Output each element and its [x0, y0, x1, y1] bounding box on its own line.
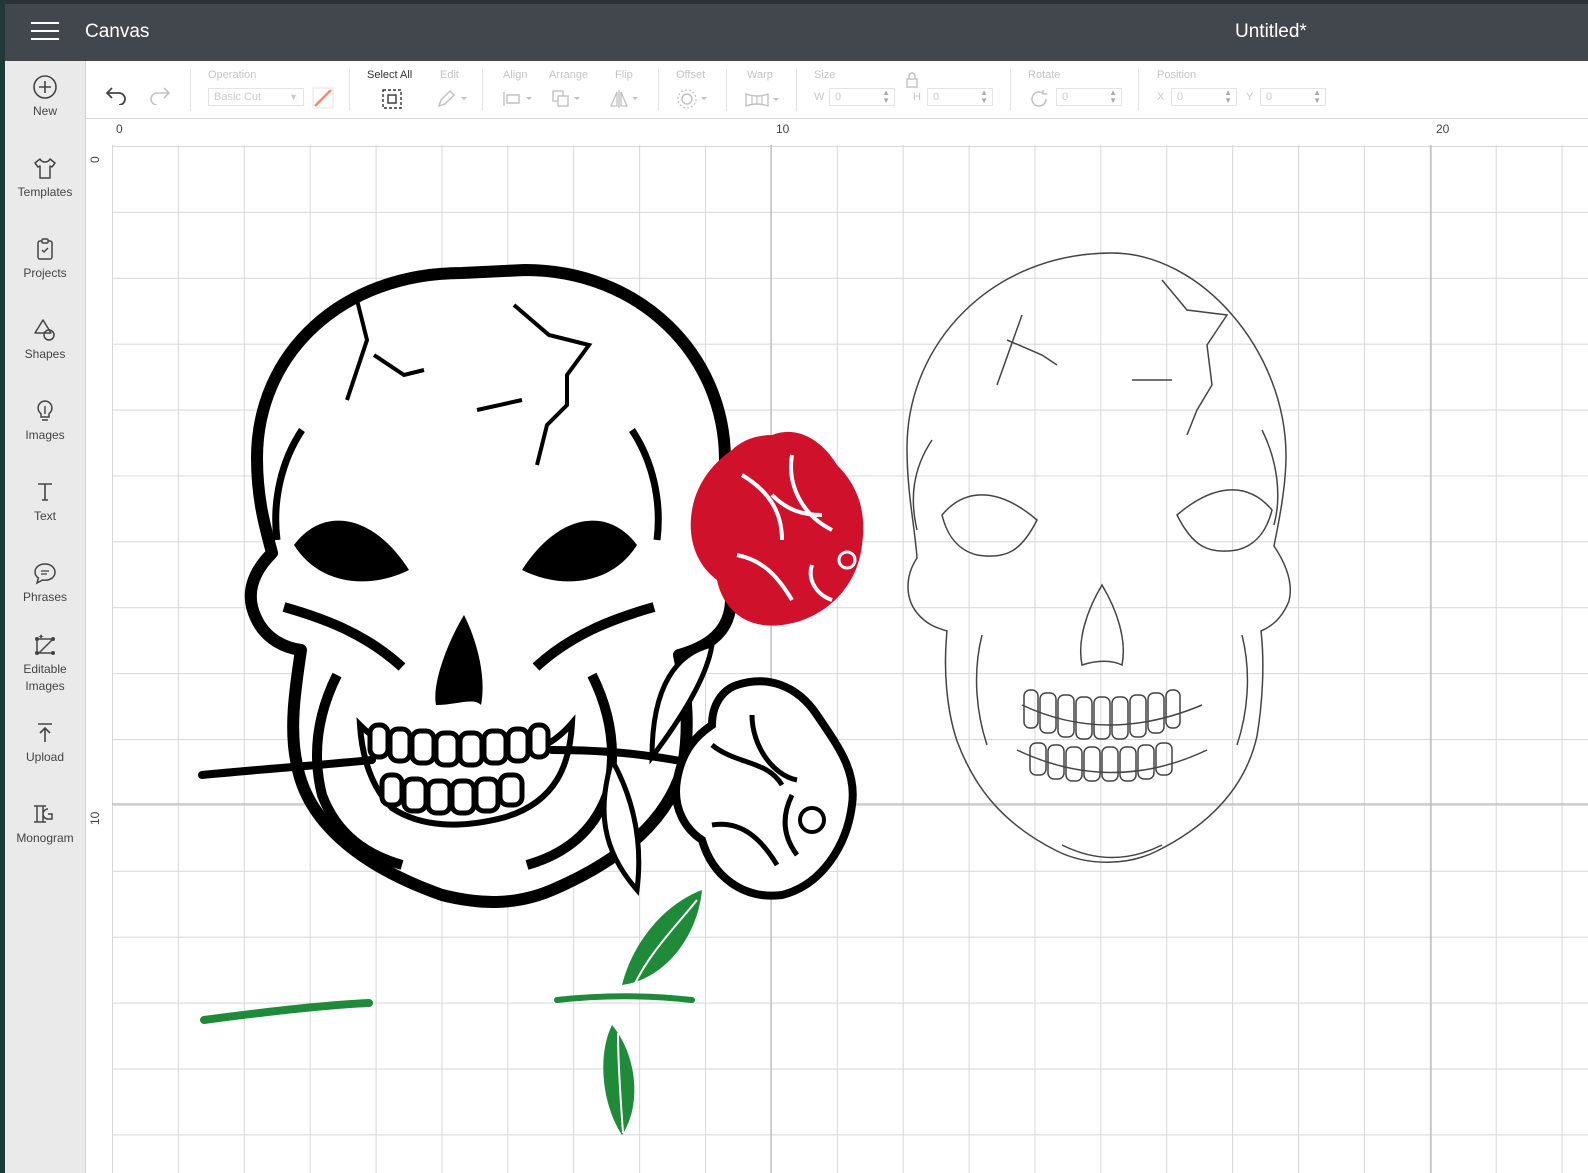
editable-image-icon: [35, 634, 55, 655]
sidebar-item-label: Monogram: [16, 831, 74, 845]
lightbulb-icon: [37, 400, 53, 421]
sidebar-item-images[interactable]: Images: [5, 397, 85, 444]
sidebar-item-label: Upload: [25, 750, 65, 764]
green-stems-and-leaves[interactable]: [200, 890, 702, 1135]
sidebar-item-label: Text: [33, 509, 56, 523]
align-icon[interactable]: [502, 90, 536, 108]
text-icon: [38, 483, 52, 501]
sidebar-item-label: Shapes: [24, 347, 66, 361]
stepper-icon: ▲ ▼: [1224, 88, 1232, 105]
rotate-field[interactable]: 0 ▲ ▼: [1056, 88, 1122, 106]
warp-icon[interactable]: [744, 90, 784, 110]
sidebar-item-projects[interactable]: Projects: [5, 235, 85, 282]
y-position-field[interactable]: 0 ▲ ▼: [1260, 88, 1326, 106]
arrange-label: Arrange: [549, 69, 589, 81]
sidebar-item-label: Images: [25, 428, 65, 442]
vertical-ruler: 0 10: [86, 145, 113, 1173]
sidebar-item-label: Templates: [17, 185, 73, 199]
size-label: Size: [814, 69, 836, 81]
sidebar-item-phrases[interactable]: Phrases: [5, 559, 85, 606]
rotate-icon: [1031, 90, 1047, 107]
horizontal-ruler: 0 10 20: [86, 119, 1588, 146]
speech-bubble-icon: [34, 563, 56, 585]
sidebar-item-shapes[interactable]: Shapes: [5, 316, 85, 363]
height-field[interactable]: 0 ▲ ▼: [927, 88, 993, 106]
ruler-tick-label: 0: [116, 122, 123, 136]
lock-icon[interactable]: [904, 71, 920, 89]
design-canvas[interactable]: [112, 145, 1588, 1173]
ruler-tick-label: 20: [1436, 122, 1450, 136]
height-value: 0: [933, 91, 940, 103]
y-value: 0: [1266, 91, 1273, 103]
sidebar-item-editable-images[interactable]: Editable Images: [5, 631, 85, 695]
ruler-tick-label: 10: [776, 122, 790, 136]
select-all-label: Select All: [367, 69, 413, 81]
width-value: 0: [835, 91, 842, 103]
x-label: X: [1157, 91, 1165, 103]
undo-icon[interactable]: [104, 81, 128, 105]
x-position-field[interactable]: 0 ▲ ▼: [1171, 88, 1237, 106]
stepper-icon: ▲ ▼: [980, 88, 988, 105]
sidebar-item-upload[interactable]: Upload: [5, 719, 85, 766]
height-label: H: [913, 91, 921, 103]
sidebar-item-label: Phrases: [22, 590, 68, 604]
sidebar-item-text[interactable]: Text: [5, 478, 85, 525]
sidebar-item-label: Projects: [23, 266, 67, 280]
edit-toolbar: Operation Basic Cut ▼ Select All Edit Al…: [86, 61, 1588, 119]
operation-select[interactable]: Basic Cut ▼: [208, 88, 304, 106]
flip-icon[interactable]: [609, 88, 643, 110]
monogram-icon: [34, 805, 53, 823]
document-title[interactable]: Untitled*: [1235, 21, 1307, 43]
top-bar: Canvas Untitled*: [5, 4, 1588, 61]
shapes-icon: [34, 319, 55, 341]
rotate-value: 0: [1062, 91, 1069, 103]
sidebar-item-monogram[interactable]: Monogram: [5, 800, 85, 847]
sidebar-item-label: New: [32, 104, 57, 118]
stepper-icon: ▲ ▼: [1109, 88, 1117, 105]
sidebar-item-new[interactable]: New: [5, 73, 85, 120]
warp-label: Warp: [747, 69, 773, 81]
width-label: W: [814, 91, 825, 103]
redo-icon[interactable]: [148, 81, 172, 105]
y-label: Y: [1246, 91, 1254, 103]
ruler-tick-label: 10: [88, 811, 102, 825]
plus-circle-icon: [33, 75, 57, 99]
sidebar: New Templates Projects Shapes Images Tex…: [5, 61, 86, 1173]
offset-label: Offset: [676, 69, 706, 81]
edit-label: Edit: [440, 69, 459, 81]
position-label: Position: [1157, 69, 1197, 81]
flip-label: Flip: [615, 69, 633, 81]
menu-icon[interactable]: [31, 22, 59, 42]
select-all-icon[interactable]: [381, 88, 403, 110]
tshirt-icon: [34, 158, 56, 179]
x-value: 0: [1177, 91, 1184, 103]
upload-icon: [38, 723, 52, 742]
operation-value: Basic Cut: [214, 91, 262, 103]
rotate-label: Rotate: [1028, 69, 1061, 81]
sidebar-item-templates[interactable]: Templates: [5, 154, 85, 201]
offset-icon[interactable]: [676, 88, 710, 110]
stepper-icon: ▲ ▼: [882, 88, 890, 105]
sidebar-item-label: Editable Images: [23, 662, 67, 693]
edit-pencil-icon[interactable]: [436, 89, 470, 109]
operation-label: Operation: [208, 69, 257, 81]
stepper-icon: ▲ ▼: [1313, 88, 1321, 105]
align-label: Align: [503, 69, 528, 81]
ruler-tick-label: 0: [88, 156, 102, 163]
clipboard-icon: [37, 238, 53, 260]
chevron-down-icon: ▼: [289, 92, 298, 102]
app-title: Canvas: [85, 21, 150, 42]
outline-skull[interactable]: [906, 252, 1291, 863]
width-field[interactable]: 0 ▲ ▼: [829, 88, 895, 106]
arrange-icon[interactable]: [551, 89, 585, 109]
color-swatch-icon[interactable]: [312, 87, 334, 109]
